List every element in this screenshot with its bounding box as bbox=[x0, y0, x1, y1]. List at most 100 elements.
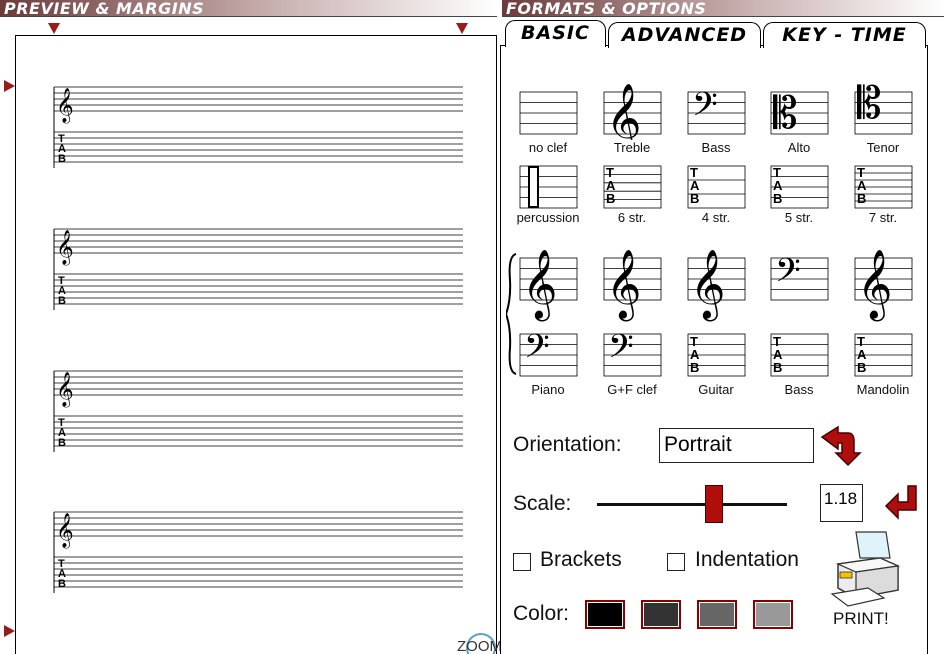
clef-preview bbox=[519, 165, 578, 209]
tab-letter: B bbox=[773, 360, 782, 375]
treble-clef-icon: 𝄞 bbox=[690, 249, 725, 321]
tab-letter: B bbox=[606, 191, 615, 206]
alto-clef-icon: 𝄡 bbox=[773, 88, 798, 139]
clef-option-tenor[interactable]: 𝄡 Tenor bbox=[841, 70, 925, 155]
clef-caption: 5 str. bbox=[784, 210, 814, 225]
indentation-checkbox[interactable] bbox=[667, 553, 685, 571]
orientation-rotate-icon[interactable] bbox=[818, 423, 862, 467]
percussion-clef-icon bbox=[528, 166, 539, 208]
staff-system: 𝄞TAB bbox=[53, 228, 463, 310]
clef-preview: 𝄢TAB bbox=[770, 252, 829, 377]
clef-preview: TAB bbox=[854, 165, 913, 209]
top-right-margin-marker-icon[interactable] bbox=[456, 23, 468, 34]
orientation-field[interactable]: Portrait bbox=[659, 428, 814, 463]
scale-slider-thumb[interactable] bbox=[705, 485, 723, 523]
top-left-margin-marker-icon[interactable] bbox=[48, 23, 60, 34]
clef-caption: Tenor bbox=[866, 140, 900, 155]
clef-caption: Treble bbox=[613, 140, 651, 155]
clef-option-treble[interactable]: 𝄞 Treble bbox=[590, 70, 674, 155]
bass-clef-icon: 𝄢 bbox=[692, 86, 718, 132]
brackets-checkbox[interactable] bbox=[513, 553, 531, 571]
tab-letter: B bbox=[58, 295, 66, 307]
brackets-label: Brackets bbox=[540, 548, 622, 571]
clef-caption: G+F clef bbox=[607, 382, 657, 397]
clef-option-6-string[interactable]: TAB6 str. bbox=[590, 160, 674, 225]
treble-clef-icon: 𝄞 bbox=[56, 513, 74, 549]
left-margin-marker-icon[interactable] bbox=[4, 80, 15, 92]
treble-clef-icon: 𝄞 bbox=[56, 88, 74, 124]
staff-system: 𝄞TAB bbox=[53, 86, 463, 168]
print-label[interactable]: PRINT! bbox=[833, 609, 889, 629]
swatch-fill bbox=[587, 602, 623, 627]
clef-caption: Bass bbox=[701, 140, 731, 155]
color-swatch-gray[interactable] bbox=[697, 600, 737, 629]
scale-slider-track[interactable] bbox=[597, 503, 787, 506]
color-swatch-black[interactable] bbox=[585, 600, 625, 629]
clef-option-g-f-clef[interactable]: 𝄞 𝄢 G+F clef bbox=[590, 240, 674, 397]
clef-preview: 𝄡 bbox=[770, 88, 829, 139]
clef-preview: 𝄡 bbox=[854, 78, 913, 135]
formats-options-header: FORMATS & OPTIONS bbox=[502, 0, 944, 17]
clef-caption: 4 str. bbox=[701, 210, 731, 225]
clef-preview: 𝄞𝄢 bbox=[603, 249, 662, 377]
treble-clef-icon: 𝄞 bbox=[56, 372, 74, 408]
clef-caption: no clef bbox=[528, 140, 568, 155]
tab-letter: B bbox=[58, 578, 66, 590]
staff-system: 𝄞TAB bbox=[53, 370, 463, 452]
clef-option-5-string[interactable]: TAB5 str. bbox=[757, 160, 841, 225]
clef-option-bass-tab[interactable]: 𝄢 T A B Bass bbox=[757, 240, 841, 397]
tab-basic[interactable]: BASIC bbox=[505, 20, 606, 47]
treble-clef-icon: 𝄞 bbox=[857, 249, 892, 321]
bass-clef-icon: 𝄢 bbox=[775, 252, 801, 298]
color-swatch-light-gray[interactable] bbox=[753, 600, 793, 629]
clef-option-guitar[interactable]: 𝄞 T A B Guitar bbox=[674, 240, 758, 397]
clef-preview: 𝄞TAB bbox=[854, 249, 913, 377]
clef-caption: Mandolin bbox=[856, 382, 910, 397]
treble-clef-icon: 𝄞 bbox=[522, 249, 557, 321]
clef-preview: 𝄞𝄢 bbox=[506, 249, 578, 377]
orientation-label: Orientation: bbox=[513, 433, 622, 456]
clef-preview: TAB bbox=[770, 165, 829, 209]
clef-preview: 𝄢 bbox=[687, 86, 746, 135]
clef-option-no-clef[interactable]: no clef bbox=[506, 70, 590, 155]
swatch-fill bbox=[699, 602, 735, 627]
tab-letter: B bbox=[857, 360, 866, 375]
color-swatch-dark-gray[interactable] bbox=[641, 600, 681, 629]
tab-advanced[interactable]: ADVANCED bbox=[608, 22, 761, 48]
tab-letter: B bbox=[58, 437, 66, 449]
printer-icon[interactable] bbox=[828, 528, 904, 610]
tab-key-time[interactable]: KEY - TIME bbox=[763, 22, 926, 48]
scale-apply-icon[interactable] bbox=[884, 484, 920, 524]
swatch-fill bbox=[643, 602, 679, 627]
color-label: Color: bbox=[513, 602, 570, 625]
clef-caption: Alto bbox=[787, 140, 811, 155]
clef-option-alto[interactable]: 𝄡 Alto bbox=[757, 70, 841, 155]
clef-option-mandolin[interactable]: 𝄞 T A B Mandolin bbox=[841, 240, 925, 397]
indentation-label: Indentation bbox=[695, 548, 799, 571]
staff-systems-preview: 𝄞TAB 𝄞TAB 𝄞TAB 𝄞TAB bbox=[53, 86, 463, 593]
clef-option-percussion[interactable]: percussion bbox=[506, 160, 590, 225]
clef-option-7-string[interactable]: TAB7 str. bbox=[841, 160, 925, 225]
clef-caption: percussion bbox=[516, 210, 580, 225]
treble-clef-icon: 𝄞 bbox=[606, 83, 641, 140]
bass-clef-icon: 𝄢 bbox=[524, 328, 550, 374]
clef-caption: 6 str. bbox=[617, 210, 647, 225]
tab-letter: B bbox=[58, 153, 66, 165]
clef-preview: TAB bbox=[603, 165, 662, 209]
clef-option-4-string[interactable]: TAB4 str. bbox=[674, 160, 758, 225]
zoom-label: ZOOM bbox=[457, 638, 502, 654]
tab-letter: B bbox=[857, 191, 866, 206]
preview-margins-header: PREVIEW & MARGINS bbox=[0, 0, 497, 17]
tab-letter: B bbox=[773, 191, 782, 206]
scale-value-field[interactable]: 1.18 bbox=[820, 484, 863, 522]
piano-brace-icon bbox=[506, 253, 517, 375]
page-preview: 𝄞 T A B 𝄞 T A B 𝄞 T A B 𝄞 T A B bbox=[15, 35, 497, 654]
clef-caption: Piano bbox=[531, 382, 565, 397]
clef-preview: 𝄞TAB bbox=[687, 249, 746, 377]
tab-letter: B bbox=[690, 360, 699, 375]
tenor-clef-icon: 𝄡 bbox=[857, 78, 882, 129]
clef-option-piano[interactable]: 𝄞 𝄢 Piano bbox=[506, 240, 590, 397]
clef-option-bass[interactable]: 𝄢 Bass bbox=[674, 70, 758, 155]
bottom-margin-marker-icon[interactable] bbox=[4, 625, 15, 637]
clef-caption: Bass bbox=[784, 382, 814, 397]
